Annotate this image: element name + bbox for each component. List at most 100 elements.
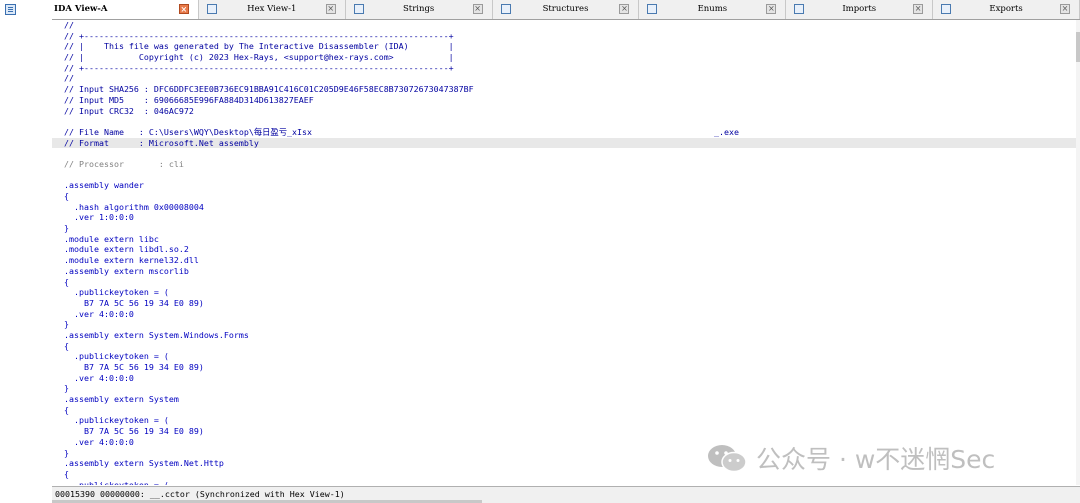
tab-imports[interactable]: Imports × <box>786 0 934 19</box>
tab-hex-view-1[interactable]: Hex View-1 × <box>199 0 346 19</box>
code-line[interactable]: .assembly extern System <box>52 394 1078 405</box>
tab-label: Exports <box>989 4 1023 14</box>
code-line[interactable]: // +------------------------------------… <box>52 31 1078 42</box>
code-line[interactable]: .ver 4:0:0:0 <box>52 373 1078 384</box>
code-line-text: { <box>64 404 69 415</box>
code-line[interactable]: .publickeytoken = ( <box>52 480 1078 485</box>
code-line[interactable]: { <box>52 405 1078 416</box>
code-line-text: // Input SHA256 : DFC6DDFC3EE0B736EC91BB… <box>64 84 474 95</box>
code-line[interactable]: .publickeytoken = ( <box>52 351 1078 362</box>
code-line[interactable]: .publickeytoken = ( <box>52 287 1078 298</box>
code-line[interactable]: { <box>52 341 1078 352</box>
tab-ida-view-a[interactable]: IDA View-A × <box>52 0 199 19</box>
code-line[interactable]: .publickeytoken = ( <box>52 415 1078 426</box>
code-line[interactable]: .hash algorithm 0x00008004 <box>52 202 1078 213</box>
code-line-text: { <box>64 468 69 479</box>
code-line-text: B7 7A 5C 56 19 34 E0 89) <box>64 362 204 372</box>
scrollbar-thumb[interactable] <box>1076 32 1080 62</box>
close-icon[interactable]: × <box>1060 4 1071 14</box>
code-line-text: B7 7A 5C 56 19 34 E0 89) <box>64 297 204 308</box>
code-line[interactable]: .assembly extern mscorlib <box>52 266 1078 277</box>
code-line[interactable]: // File Name : C:\Users\WQY\Desktop\每日盈亏… <box>52 127 1078 138</box>
tab-label: Enums <box>697 4 728 14</box>
tab-enums[interactable]: Enums × <box>639 0 787 19</box>
code-line-text: // <box>64 20 74 30</box>
close-icon[interactable]: × <box>325 4 336 14</box>
code-line[interactable]: .ver 1:0:0:0 <box>52 212 1078 223</box>
code-line-text: .ver 4:0:0:0 <box>64 372 134 383</box>
code-line[interactable]: .module extern kernel32.dll <box>52 255 1078 266</box>
code-line[interactable]: .module extern libdl.so.2 <box>52 244 1078 255</box>
code-line[interactable]: B7 7A 5C 56 19 34 E0 89) <box>52 298 1078 309</box>
code-line[interactable]: B7 7A 5C 56 19 34 E0 89) <box>52 362 1078 373</box>
code-line-text: .ver 4:0:0:0 <box>64 308 134 319</box>
code-line-text: .publickeytoken = ( <box>64 287 169 298</box>
code-line[interactable]: // Processor : cli <box>52 159 1078 170</box>
tab-strings[interactable]: Strings × <box>346 0 493 19</box>
code-line[interactable] <box>52 116 1078 127</box>
code-line[interactable]: // +------------------------------------… <box>52 63 1078 74</box>
code-line-text: // Input CRC32 : 046AC972 <box>64 105 194 116</box>
code-line[interactable] <box>52 148 1078 159</box>
close-icon[interactable]: × <box>178 4 189 14</box>
code-line-text: .publickeytoken = ( <box>64 479 169 485</box>
close-icon[interactable]: × <box>472 4 483 14</box>
code-line-text: .publickeytoken = ( <box>64 415 169 426</box>
tab-structures[interactable]: Structures × <box>493 0 640 19</box>
watermark-text: 公众号 · w不迷惘Sec <box>756 445 996 474</box>
code-line-text: .assembly wander <box>64 180 144 191</box>
code-line-text: // Processor : cli <box>64 158 184 169</box>
code-line-text: .ver 4:0:0:0 <box>64 436 134 447</box>
disassembly-listing[interactable]: //// +----------------------------------… <box>52 20 1078 485</box>
code-line[interactable]: // <box>52 73 1078 84</box>
code-line[interactable]: .module extern libc <box>52 234 1078 245</box>
code-line[interactable]: .assembly wander <box>52 180 1078 191</box>
code-line[interactable]: } <box>52 223 1078 234</box>
code-line[interactable]: // | This file was generated by The Inte… <box>52 41 1078 52</box>
code-line-text: } <box>64 447 69 458</box>
wechat-logo-icon <box>708 445 747 473</box>
code-line-text: { <box>64 340 69 351</box>
code-line-text: } <box>64 383 69 394</box>
code-line-text: .assembly extern System.Net.Http <box>64 458 224 469</box>
code-line[interactable]: // Input MD5 : 69066685E996FA884D314D613… <box>52 95 1078 106</box>
status-bar: 00015390 00000000: __.cctor (Synchronize… <box>52 486 1080 503</box>
graph-overview-icon[interactable] <box>5 4 16 15</box>
code-line[interactable]: .assembly extern System.Windows.Forms <box>52 330 1078 341</box>
tab-label: Imports <box>842 4 877 14</box>
code-line[interactable]: // | Copyright (c) 2023 Hex-Rays, <suppo… <box>52 52 1078 63</box>
code-line-text: // File Name : C:\Users\WQY\Desktop\每日盈亏… <box>64 126 312 137</box>
code-line[interactable]: // Format : Microsoft.Net assembly <box>52 137 1078 149</box>
code-line-text: .ver 1:0:0:0 <box>64 212 134 223</box>
code-line-text: .assembly extern System <box>64 394 179 405</box>
code-line[interactable]: } <box>52 319 1078 330</box>
code-line[interactable]: { <box>52 277 1078 288</box>
code-line-text: .module extern libc <box>64 233 159 244</box>
close-icon[interactable]: × <box>913 4 924 14</box>
tab-bar: IDA View-A × Hex View-1 × Strings × Structures… <box>52 0 1080 20</box>
code-line-text: { <box>64 276 69 287</box>
code-line-text: } <box>64 319 69 330</box>
code-line[interactable]: } <box>52 383 1078 394</box>
code-line[interactable]: // Input SHA256 : DFC6DDFC3EE0B736EC91BB… <box>52 84 1078 95</box>
code-line-text: .hash algorithm 0x00008004 <box>64 201 204 212</box>
code-line-text: .publickeytoken = ( <box>64 351 169 362</box>
status-text: 00015390 00000000: __.cctor (Synchronize… <box>55 489 345 499</box>
code-line[interactable] <box>52 170 1078 181</box>
code-line-text: B7 7A 5C 56 19 34 E0 89) <box>64 426 204 437</box>
code-line[interactable]: // Input CRC32 : 046AC972 <box>52 106 1078 117</box>
code-line[interactable]: .ver 4:0:0:0 <box>52 309 1078 320</box>
vertical-scrollbar[interactable] <box>1076 20 1080 485</box>
code-line-text: // Input MD5 : 69066685E996FA884D314D613… <box>64 94 314 105</box>
code-line-suffix: _.exe <box>714 126 739 137</box>
close-icon[interactable]: × <box>766 4 777 14</box>
close-icon[interactable]: × <box>619 4 630 14</box>
code-line-text: .module extern kernel32.dll <box>64 255 199 266</box>
code-line-text: // <box>64 73 74 84</box>
code-line[interactable]: { <box>52 191 1078 202</box>
tab-label: Structures <box>542 4 589 14</box>
code-line-text: .assembly extern System.Windows.Forms <box>64 329 249 340</box>
code-line[interactable]: // <box>52 20 1078 31</box>
code-line[interactable]: B7 7A 5C 56 19 34 E0 89) <box>52 426 1078 437</box>
tab-exports[interactable]: Exports × <box>933 0 1080 19</box>
